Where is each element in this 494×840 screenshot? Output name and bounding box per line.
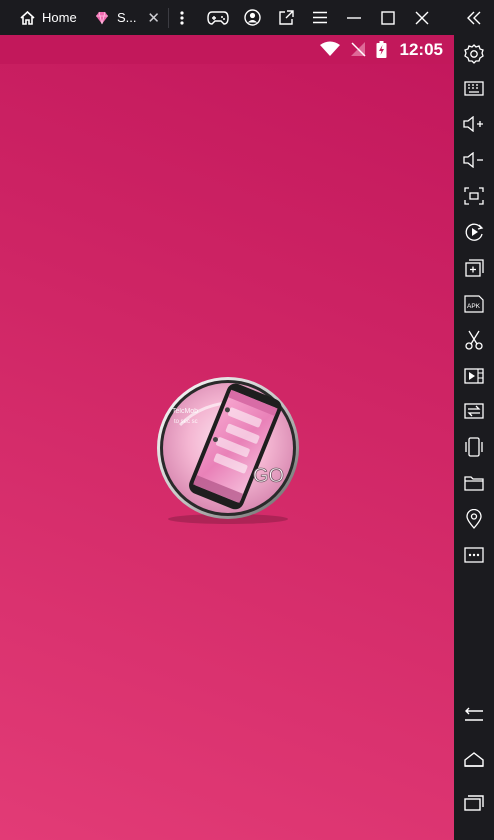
location-pin-icon[interactable] bbox=[454, 504, 494, 534]
status-bar: 12:05 bbox=[0, 35, 454, 64]
collapse-sidebar-icon[interactable] bbox=[454, 3, 494, 33]
add-window-icon[interactable] bbox=[454, 253, 494, 283]
gamepad-icon[interactable] bbox=[201, 0, 235, 35]
go-logo-text: GO bbox=[253, 465, 284, 487]
no-signal-icon bbox=[350, 41, 366, 62]
folder-icon[interactable] bbox=[454, 468, 494, 498]
splash-screen-text-1: TelcMob bbox=[172, 408, 198, 415]
back-icon[interactable] bbox=[454, 699, 494, 729]
more-menu-icon[interactable] bbox=[173, 0, 191, 35]
tab-home-label: Home bbox=[42, 10, 77, 25]
more-options-icon[interactable] bbox=[454, 540, 494, 570]
apk-install-icon[interactable]: APK bbox=[454, 289, 494, 319]
status-time: 12:05 bbox=[399, 40, 443, 59]
sync-transfer-icon[interactable] bbox=[454, 396, 494, 426]
app-gem-icon bbox=[94, 11, 110, 25]
minimize-icon[interactable] bbox=[337, 0, 371, 35]
splash-logo-icon: TelcMob to sec sc GO bbox=[157, 377, 299, 524]
maximize-icon[interactable] bbox=[371, 0, 405, 35]
emulator-sidebar: APK bbox=[454, 0, 494, 840]
tab-home[interactable]: Home bbox=[0, 0, 86, 35]
tab-app[interactable]: S... ✕ bbox=[86, 0, 168, 35]
hamburger-menu-icon[interactable] bbox=[303, 0, 337, 35]
close-window-icon[interactable] bbox=[405, 0, 439, 35]
home-icon bbox=[20, 10, 35, 25]
android-screen[interactable]: 12:05 TelcMob to sec sc GO bbox=[0, 35, 454, 840]
record-play-icon[interactable] bbox=[454, 217, 494, 247]
tab-close-icon[interactable]: ✕ bbox=[147, 9, 160, 27]
titlebar-divider bbox=[168, 7, 169, 28]
volume-down-icon[interactable] bbox=[454, 145, 494, 175]
shake-vibrate-icon[interactable] bbox=[454, 432, 494, 462]
keyboard-icon[interactable] bbox=[454, 73, 494, 103]
splash-screen-text-2: to sec sc bbox=[174, 419, 198, 425]
wifi-icon bbox=[319, 41, 341, 62]
scissors-icon[interactable] bbox=[454, 325, 494, 355]
home-nav-icon[interactable] bbox=[454, 744, 494, 774]
recent-apps-icon[interactable] bbox=[454, 788, 494, 818]
svg-text:APK: APK bbox=[467, 303, 481, 310]
settings-gear-icon[interactable] bbox=[454, 39, 494, 69]
battery-charging-icon bbox=[376, 41, 387, 63]
media-player-icon[interactable] bbox=[454, 361, 494, 391]
external-link-icon[interactable] bbox=[269, 0, 303, 35]
tab-app-label: S... bbox=[117, 10, 137, 25]
volume-up-icon[interactable] bbox=[454, 109, 494, 139]
account-icon[interactable] bbox=[235, 0, 269, 35]
screenshot-icon[interactable] bbox=[454, 181, 494, 211]
emulator-titlebar: Home S... ✕ bbox=[0, 0, 494, 35]
